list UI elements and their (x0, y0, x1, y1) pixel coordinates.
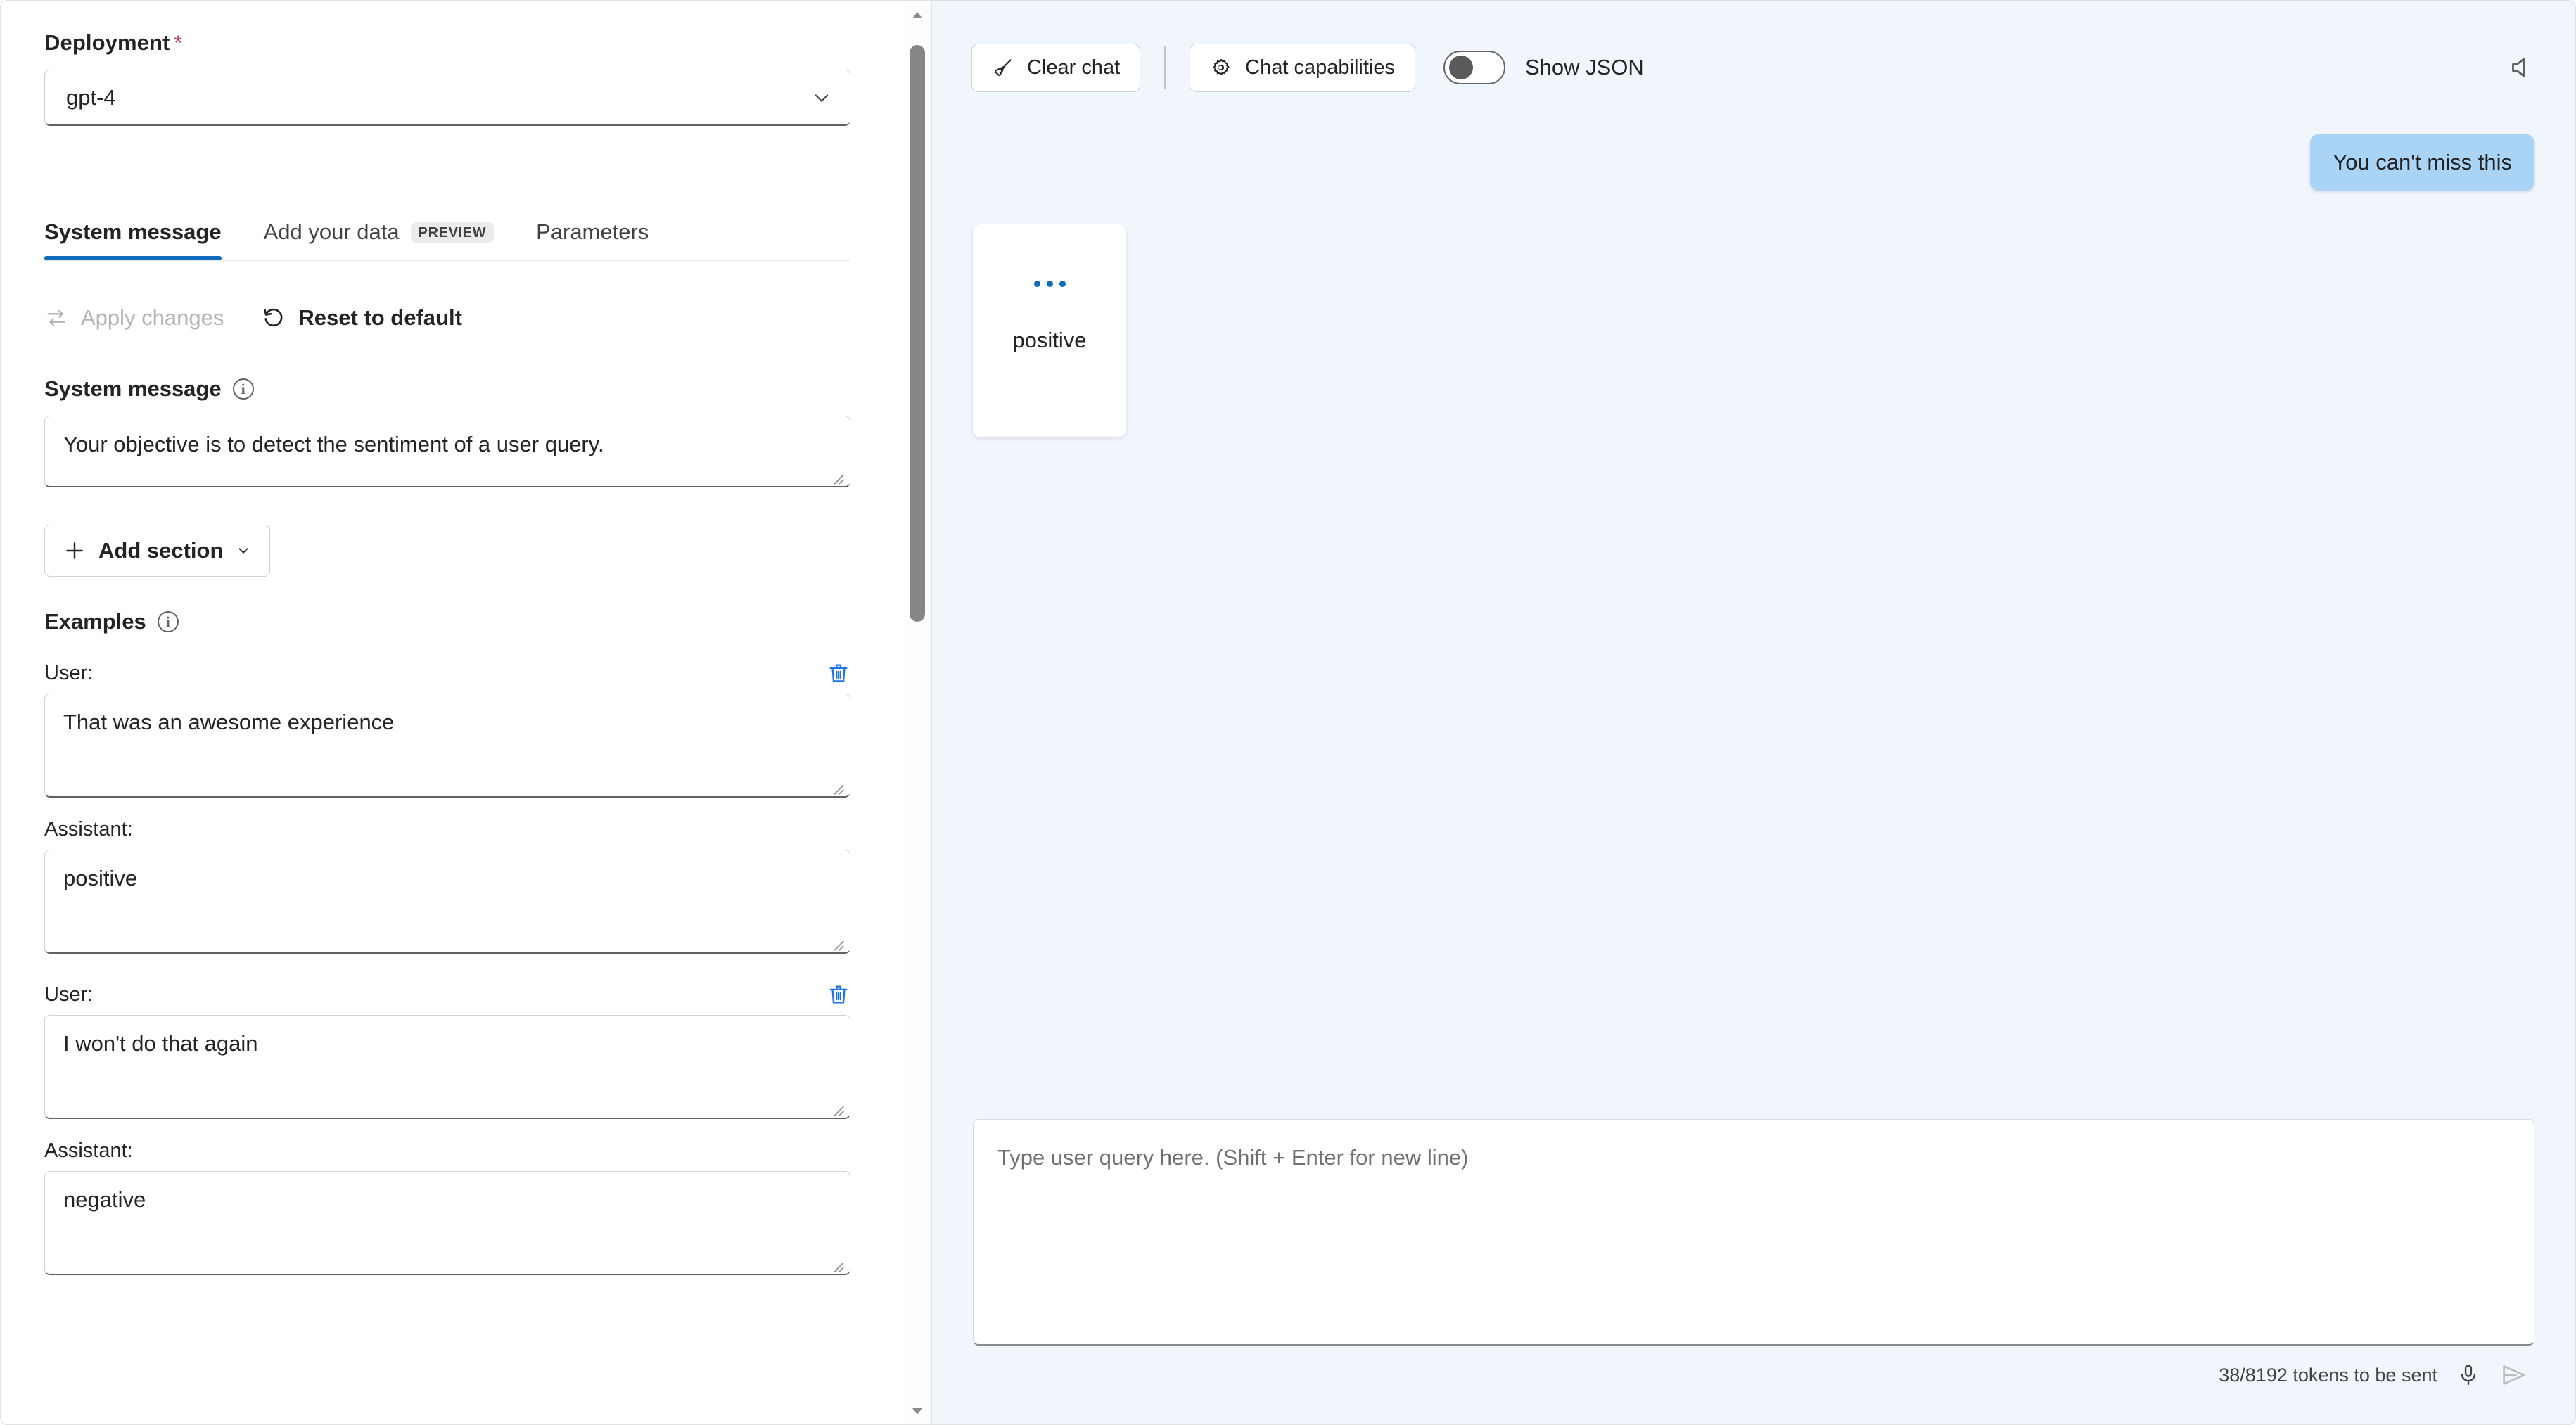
reset-to-default-button[interactable]: Reset to default (262, 305, 462, 331)
chat-capabilities-button[interactable]: Chat capabilities (1190, 43, 1415, 92)
example-user-label: User: (44, 661, 94, 684)
example-assistant-label: Assistant: (44, 1139, 133, 1162)
tab-system-message-label: System message (44, 219, 222, 244)
example-2-assistant-input[interactable] (44, 1171, 850, 1275)
toolbar-separator (1164, 46, 1166, 89)
deployment-label: Deployment * (44, 30, 850, 56)
example-2-assistant-input-wrap (44, 1171, 850, 1279)
tab-add-your-data-label: Add your data (263, 219, 400, 244)
token-count-label: 38/8192 tokens to be sent (2219, 1364, 2437, 1386)
reset-icon (262, 306, 286, 330)
system-message-actions: Apply changes Reset to default (44, 296, 850, 340)
info-icon[interactable]: i (232, 378, 254, 400)
example-1-assistant-input[interactable] (44, 850, 850, 954)
deployment-select[interactable]: gpt-4 (44, 70, 850, 126)
system-message-input[interactable] (44, 416, 850, 487)
assistant-message-text: positive (1012, 328, 1087, 352)
examples-label-text: Examples (44, 609, 146, 634)
loading-dots-icon (1001, 281, 1098, 287)
show-json-toggle[interactable]: Show JSON (1443, 51, 1644, 84)
chat-message-user: You can't miss this (973, 134, 2534, 191)
composer-footer: 38/8192 tokens to be sent (973, 1346, 2534, 1405)
trash-icon[interactable] (827, 983, 850, 1007)
preview-badge: PREVIEW (410, 222, 495, 243)
example-2-user-input-wrap (44, 1015, 850, 1123)
example-1-user-input[interactable] (44, 694, 850, 798)
apply-changes-label: Apply changes (81, 305, 224, 330)
add-section-button[interactable]: Add section (44, 525, 271, 577)
chevron-down-icon (812, 88, 831, 108)
example-2-user-input[interactable] (44, 1015, 850, 1119)
system-message-field-label: System message i (44, 376, 850, 402)
chat-session-panel: Clear chat Chat capabilities Show JSON Y… (932, 0, 2576, 1425)
microphone-icon[interactable] (2456, 1362, 2481, 1388)
gear-icon (1210, 56, 1232, 79)
chat-message-assistant: positive (973, 224, 2534, 437)
chat-toolbar: Clear chat Chat capabilities Show JSON (932, 1, 2575, 134)
example-2-user-header: User: (44, 983, 850, 1007)
speaker-icon[interactable] (2508, 53, 2536, 82)
plus-icon (63, 539, 86, 562)
assistant-message-card: positive (973, 224, 1126, 437)
example-1-user-header: User: (44, 661, 850, 685)
system-message-input-wrap (44, 416, 850, 491)
show-json-label: Show JSON (1524, 55, 1644, 79)
toggle-knob (1448, 56, 1473, 79)
deployment-selected-value: gpt-4 (66, 84, 116, 110)
example-2-assistant-header: Assistant: (44, 1139, 850, 1163)
config-tabs: System message Add your data PREVIEW Par… (44, 207, 850, 260)
user-message-bubble: You can't miss this (2310, 134, 2534, 191)
user-query-input[interactable]: Type user query here. (Shift + Enter for… (973, 1119, 2534, 1346)
chat-composer: Type user query here. (Shift + Enter for… (932, 1119, 2575, 1424)
apply-changes-button[interactable]: Apply changes (44, 305, 224, 331)
clear-chat-button[interactable]: Clear chat (971, 43, 1141, 92)
add-section-label: Add section (98, 538, 224, 563)
send-icon[interactable] (2499, 1361, 2527, 1389)
ai-studio-chat-playground: Deployment * gpt-4 System message Add yo… (0, 0, 2576, 1425)
tab-parameters[interactable]: Parameters (536, 219, 649, 260)
tabs-divider (44, 260, 850, 261)
chevron-down-icon (236, 543, 251, 558)
info-icon[interactable]: i (157, 611, 179, 632)
apply-changes-icon (44, 306, 68, 330)
reset-to-default-label: Reset to default (298, 305, 462, 330)
tab-system-message[interactable]: System message (44, 219, 222, 260)
chevron-down-icon[interactable] (904, 1397, 931, 1424)
chat-messages: You can't miss this positive (932, 134, 2575, 1119)
configuration-scroll-area: Deployment * gpt-4 System message Add yo… (1, 1, 894, 1424)
trash-icon[interactable] (827, 661, 850, 685)
deployment-label-text: Deployment (44, 30, 170, 55)
examples-section-label: Examples i (44, 609, 850, 634)
toggle-track[interactable] (1443, 51, 1505, 84)
example-1-user-input-wrap (44, 694, 850, 801)
scrollbar-track[interactable] (904, 30, 931, 1397)
chevron-up-icon[interactable] (904, 1, 931, 30)
example-assistant-label: Assistant: (44, 818, 133, 841)
example-1-assistant-input-wrap (44, 850, 850, 957)
broom-icon (992, 56, 1014, 79)
required-asterisk: * (174, 32, 183, 55)
clear-chat-label: Clear chat (1027, 56, 1121, 79)
tab-parameters-label: Parameters (536, 219, 649, 244)
example-1-assistant-header: Assistant: (44, 818, 850, 841)
configuration-scrollbar[interactable] (904, 1, 931, 1424)
tab-add-your-data[interactable]: Add your data PREVIEW (263, 219, 495, 260)
example-user-label: User: (44, 983, 94, 1006)
configuration-panel: Deployment * gpt-4 System message Add yo… (0, 0, 932, 1425)
scrollbar-thumb[interactable] (910, 45, 925, 622)
user-query-placeholder: Type user query here. (Shift + Enter for… (997, 1145, 1469, 1170)
chat-capabilities-label: Chat capabilities (1245, 56, 1395, 79)
system-message-label-text: System message (44, 376, 222, 401)
